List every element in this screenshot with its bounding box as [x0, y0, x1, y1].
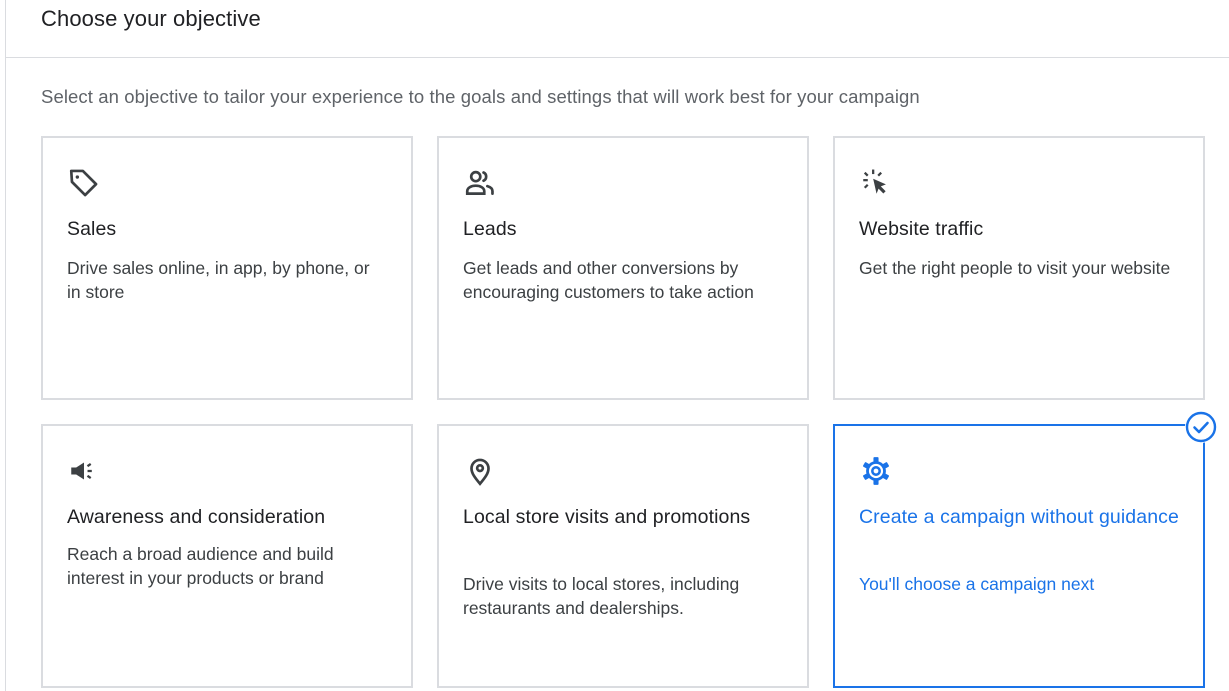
header: Choose your objective: [6, 0, 1229, 58]
objective-card-no-guidance[interactable]: Create a campaign without guidance You'l…: [833, 424, 1205, 688]
card-description: Drive sales online, in app, by phone, or…: [67, 258, 370, 302]
card-title: Leads: [463, 218, 517, 240]
card-description: Get the right people to visit your websi…: [859, 258, 1171, 278]
objective-card-website-traffic[interactable]: Website traffic Get the right people to …: [833, 136, 1205, 400]
page-subtitle: Select an objective to tailor your exper…: [41, 86, 920, 107]
gear-icon: [859, 454, 893, 488]
megaphone-icon: [67, 454, 101, 488]
objective-card-awareness[interactable]: Awareness and consideration Reach a broa…: [41, 424, 413, 688]
card-description: Get leads and other conversions by encou…: [463, 258, 754, 302]
card-title: Website traffic: [859, 218, 984, 240]
cursor-click-icon: [859, 166, 893, 200]
objective-card-sales[interactable]: Sales Drive sales online, in app, by pho…: [41, 136, 413, 400]
card-title: Create a campaign without guidance: [859, 506, 1179, 528]
card-title: Local store visits and promotions: [463, 506, 751, 528]
objective-page: Choose your objective Select an objectiv…: [0, 0, 1229, 691]
selected-check-icon: [1185, 411, 1217, 443]
tag-icon: [67, 166, 101, 200]
left-divider: [5, 0, 6, 691]
card-title: Awareness and consideration: [67, 506, 326, 528]
card-description: Reach a broad audience and build interes…: [67, 544, 334, 588]
card-title: Sales: [67, 218, 117, 240]
objective-card-local-store-visits[interactable]: Local store visits and promotions Drive …: [437, 424, 809, 688]
card-description: Drive visits to local stores, including …: [463, 574, 740, 618]
page-title: Choose your objective: [41, 6, 261, 31]
card-description: You'll choose a campaign next: [859, 574, 1095, 594]
people-icon: [463, 166, 497, 200]
location-pin-icon: [463, 454, 497, 488]
objective-card-leads[interactable]: Leads Get leads and other conversions by…: [437, 136, 809, 400]
